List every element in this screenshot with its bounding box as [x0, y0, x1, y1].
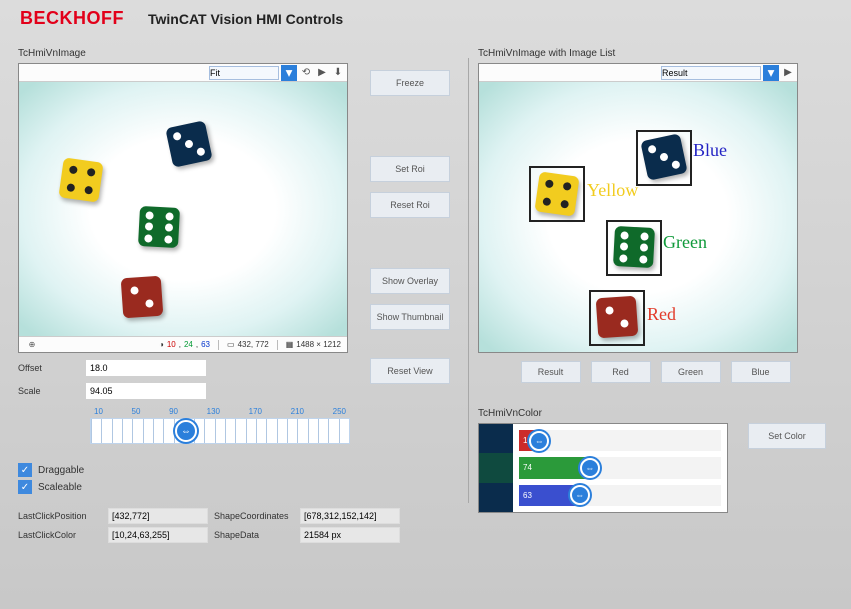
red-box: [589, 290, 645, 346]
result-dropdown-button[interactable]: ▾: [763, 65, 779, 81]
pan-icon[interactable]: ⊕: [25, 338, 39, 352]
red-label: Red: [647, 304, 676, 325]
shapecoord-label: ShapeCoordinates: [214, 511, 298, 521]
page-title: TwinCAT Vision HMI Controls: [148, 11, 343, 27]
image-icon: ▦: [286, 340, 294, 349]
lastclickcolor-label: LastClickColor: [18, 530, 102, 540]
canvas-right[interactable]: Yellow Blue Green Red: [479, 82, 797, 352]
play2-icon[interactable]: ▶: [781, 66, 795, 80]
green-die: [138, 206, 180, 248]
eyedrop-icon: ◑: [159, 340, 164, 349]
red-button[interactable]: Red: [591, 361, 651, 383]
brand-logo: BECKHOFF: [20, 8, 124, 29]
draggable-checkbox[interactable]: ✓: [18, 463, 32, 477]
g-slider[interactable]: 74 ⇔: [519, 457, 721, 478]
viewer2-toolbar: ▾ ▶: [479, 64, 797, 82]
reset-roi-button[interactable]: Reset Roi: [370, 192, 450, 218]
blue-button-filter[interactable]: Blue: [731, 361, 791, 383]
yellow-label: Yellow: [587, 180, 638, 201]
green-button[interactable]: Green: [661, 361, 721, 383]
ruler-slider[interactable]: ⇔: [90, 418, 350, 444]
swatch-green: [479, 453, 513, 482]
vertical-separator: [468, 58, 469, 503]
viewer-toolbar: ▾ ⟲ ▶ ⬇: [19, 64, 347, 82]
green-box: [606, 220, 662, 276]
draggable-label: Draggable: [38, 465, 84, 476]
show-overlay-button[interactable]: Show Overlay: [370, 268, 450, 294]
blue-label: Blue: [693, 140, 727, 161]
r-slider[interactable]: 10 ⇔: [519, 430, 721, 451]
blue-box: [636, 130, 692, 186]
lastclickpos-label: LastClickPosition: [18, 511, 102, 521]
scaleable-checkbox[interactable]: ✓: [18, 480, 32, 494]
set-roi-button[interactable]: Set Roi: [370, 156, 450, 182]
yellow-die: [58, 157, 103, 202]
play-icon[interactable]: ▶: [315, 66, 329, 80]
freeze-button[interactable]: Freeze: [370, 70, 450, 96]
shapedata-value: [300, 527, 400, 543]
fit-select[interactable]: [209, 66, 279, 80]
swatch-dark: [479, 424, 513, 453]
ruler-handle[interactable]: ⇔: [175, 420, 197, 442]
green-label: Green: [663, 232, 707, 253]
scaleable-label: Scaleable: [38, 482, 82, 493]
scale-label: Scale: [18, 386, 80, 396]
reset-view-button[interactable]: Reset View: [370, 358, 450, 384]
blue-die: [165, 120, 212, 167]
g-handle[interactable]: ⇔: [580, 458, 600, 478]
ruler-icon: ▭: [227, 340, 235, 349]
canvas-left[interactable]: [19, 82, 347, 336]
color-section-title: TcHmiVnColor: [478, 408, 833, 419]
status-bar: ⊕ ◑ 10,24,63 ▭ 432, 772 ▦ 1488 × 1212: [19, 336, 347, 352]
result-button[interactable]: Result: [521, 361, 581, 383]
r-handle[interactable]: ⇔: [529, 431, 549, 451]
yellow-box: [529, 166, 585, 222]
offset-input[interactable]: [86, 360, 206, 376]
swatch-dark2: [479, 483, 513, 512]
right-section-title: TcHmiVnImage with Image List: [478, 48, 833, 59]
coord-readout: ▭ 432, 772: [227, 340, 269, 349]
image-viewer-right: ▾ ▶ Yellow Blue Green Red: [478, 63, 798, 353]
shapedata-label: ShapeData: [214, 530, 298, 540]
lastclickpos-value: [108, 508, 208, 524]
dim-readout: ▦ 1488 × 1212: [286, 340, 341, 349]
show-thumbnail-button[interactable]: Show Thumbnail: [370, 304, 450, 330]
lastclickcolor-value: [108, 527, 208, 543]
download-icon[interactable]: ⬇: [331, 66, 345, 80]
rgb-readout: ◑ 10,24,63: [159, 340, 210, 349]
image-viewer-left: ▾ ⟲ ▶ ⬇ ⊕ ◑ 10,24,63: [18, 63, 348, 353]
scale-input[interactable]: [86, 383, 206, 399]
left-section-title: TcHmiVnImage: [18, 48, 348, 59]
offset-label: Offset: [18, 363, 80, 373]
red-die: [121, 276, 164, 319]
ruler-labels: 105090130170210250: [90, 407, 350, 416]
result-select[interactable]: [661, 66, 761, 80]
b-slider[interactable]: 63 ⇔: [519, 485, 721, 506]
set-color-button[interactable]: Set Color: [748, 423, 826, 449]
fit-dropdown-button[interactable]: ▾: [281, 65, 297, 81]
link-icon[interactable]: ⟲: [299, 66, 313, 80]
shapecoord-value: [300, 508, 400, 524]
color-panel: 10 ⇔ 74 ⇔ 63 ⇔: [478, 423, 728, 513]
b-handle[interactable]: ⇔: [570, 485, 590, 505]
